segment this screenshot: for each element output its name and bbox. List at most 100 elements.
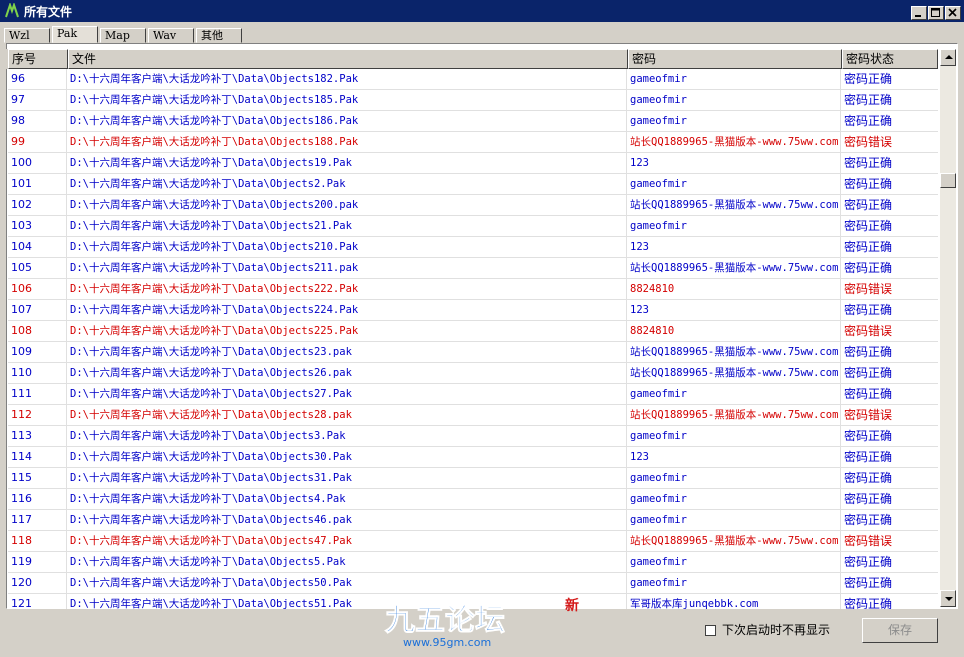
row-password: 123 xyxy=(630,304,649,316)
title-bar: 所有文件 xyxy=(0,0,964,22)
row-password-status: 密码正确 xyxy=(844,345,893,359)
tab-pak[interactable]: Pak xyxy=(52,26,98,43)
table-row[interactable]: 120 D:\十六周年客户端\大话龙吟补丁\Data\Objects50.Pak g… xyxy=(8,573,938,594)
table-row[interactable]: 101 D:\十六周年客户端\大话龙吟补丁\Data\Objects2.Pak ga… xyxy=(8,174,938,195)
row-password-status: 密码正确 xyxy=(844,387,893,401)
row-password: 站长QQ1889965-黑猫版本-www.75ww.com xyxy=(630,346,839,358)
table-row[interactable]: 109 D:\十六周年客户端\大话龙吟补丁\Data\Objects23.pak 站… xyxy=(8,342,938,363)
row-password: gameofmir xyxy=(630,493,687,505)
table-row[interactable]: 114 D:\十六周年客户端\大话龙吟补丁\Data\Objects30.Pak 1… xyxy=(8,447,938,468)
table-row[interactable]: 97 D:\十六周年客户端\大话龙吟补丁\Data\Objects185.Pak g… xyxy=(8,90,938,111)
row-file-path: D:\十六周年客户端\大话龙吟补丁\Data\Objects186.Pak xyxy=(70,115,359,127)
table-row[interactable]: 110 D:\十六周年客户端\大话龙吟补丁\Data\Objects26.pak 站… xyxy=(8,363,938,384)
column-header-password-status[interactable]: 密码状态 xyxy=(842,49,938,69)
row-password-status: 密码正确 xyxy=(844,471,893,485)
scroll-down-button[interactable] xyxy=(940,590,956,607)
file-list[interactable]: 96 D:\十六周年客户端\大话龙吟补丁\Data\Objects182.Pak g… xyxy=(8,69,938,609)
column-separator xyxy=(626,321,627,341)
column-separator xyxy=(626,531,627,551)
column-separator xyxy=(840,594,841,609)
table-row[interactable]: 107 D:\十六周年客户端\大话龙吟补丁\Data\Objects224.Pak… xyxy=(8,300,938,321)
table-row[interactable]: 106 D:\十六周年客户端\大话龙吟补丁\Data\Objects222.Pak… xyxy=(8,279,938,300)
row-file-path: D:\十六周年客户端\大话龙吟补丁\Data\Objects3.Pak xyxy=(70,430,346,442)
row-password: gameofmir xyxy=(630,514,687,526)
row-password-status: 密码正确 xyxy=(844,240,893,254)
column-separator xyxy=(840,111,841,131)
table-row[interactable]: 118 D:\十六周年客户端\大话龙吟补丁\Data\Objects47.Pak 站… xyxy=(8,531,938,552)
column-separator xyxy=(840,153,841,173)
row-file-path: D:\十六周年客户端\大话龙吟补丁\Data\Objects4.Pak xyxy=(70,493,346,505)
scroll-thumb[interactable] xyxy=(940,173,956,188)
row-index: 118 xyxy=(11,534,32,547)
column-separator xyxy=(626,447,627,467)
row-index: 100 xyxy=(11,156,32,169)
arrow-down-icon xyxy=(945,597,953,601)
scroll-up-button[interactable] xyxy=(940,49,956,66)
row-file-path: D:\十六周年客户端\大话龙吟补丁\Data\Objects19.Pak xyxy=(70,157,352,169)
table-row[interactable]: 98 D:\十六周年客户端\大话龙吟补丁\Data\Objects186.Pak g… xyxy=(8,111,938,132)
column-separator xyxy=(626,489,627,509)
row-file-path: D:\十六周年客户端\大话龙吟补丁\Data\Objects200.pak xyxy=(70,199,359,211)
row-file-path: D:\十六周年客户端\大话龙吟补丁\Data\Objects224.Pak xyxy=(70,304,359,316)
minimize-button[interactable] xyxy=(911,6,927,20)
save-button[interactable]: 保存 xyxy=(862,618,938,643)
dont-show-again-checkbox[interactable] xyxy=(705,625,716,636)
column-separator xyxy=(66,69,67,89)
column-header-password[interactable]: 密码 xyxy=(628,49,842,69)
row-password-status: 密码错误 xyxy=(844,534,893,548)
tab-map[interactable]: Map xyxy=(100,28,146,43)
table-row[interactable]: 100 D:\十六周年客户端\大话龙吟补丁\Data\Objects19.Pak 1… xyxy=(8,153,938,174)
table-row[interactable]: 111 D:\十六周年客户端\大话龙吟补丁\Data\Objects27.Pak g… xyxy=(8,384,938,405)
row-password: 站长QQ1889965-黑猫版本-www.75ww.com xyxy=(630,262,839,274)
column-separator xyxy=(626,573,627,593)
row-password: gameofmir xyxy=(630,556,687,568)
maximize-button[interactable] xyxy=(928,6,944,20)
row-index: 115 xyxy=(11,471,32,484)
row-file-path: D:\十六周年客户端\大话龙吟补丁\Data\Objects26.pak xyxy=(70,367,352,379)
column-separator xyxy=(840,237,841,257)
row-index: 97 xyxy=(11,93,25,106)
row-file-path: D:\十六周年客户端\大话龙吟补丁\Data\Objects50.Pak xyxy=(70,577,352,589)
table-row[interactable]: 105 D:\十六周年客户端\大话龙吟补丁\Data\Objects211.pak… xyxy=(8,258,938,279)
row-password-status: 密码错误 xyxy=(844,408,893,422)
row-index: 96 xyxy=(11,72,25,85)
row-file-path: D:\十六周年客户端\大话龙吟补丁\Data\Objects30.Pak xyxy=(70,451,352,463)
row-index: 120 xyxy=(11,576,32,589)
table-row[interactable]: 117 D:\十六周年客户端\大话龙吟补丁\Data\Objects46.pak g… xyxy=(8,510,938,531)
table-row[interactable]: 115 D:\十六周年客户端\大话龙吟补丁\Data\Objects31.Pak g… xyxy=(8,468,938,489)
dont-show-again-label[interactable]: 下次启动时不再显示 xyxy=(722,621,830,638)
table-row[interactable]: 99 D:\十六周年客户端\大话龙吟补丁\Data\Objects188.Pak 站… xyxy=(8,132,938,153)
column-separator xyxy=(66,384,67,404)
row-index: 99 xyxy=(11,135,25,148)
column-separator xyxy=(840,321,841,341)
column-separator xyxy=(626,237,627,257)
column-separator xyxy=(626,216,627,236)
table-row[interactable]: 102 D:\十六周年客户端\大话龙吟补丁\Data\Objects200.pak… xyxy=(8,195,938,216)
tab-wav[interactable]: Wav xyxy=(148,28,194,43)
row-index: 109 xyxy=(11,345,32,358)
logo-url: www.95gm.com xyxy=(403,636,491,649)
row-index: 110 xyxy=(11,366,32,379)
table-row[interactable]: 116 D:\十六周年客户端\大话龙吟补丁\Data\Objects4.Pak ga… xyxy=(8,489,938,510)
table-row[interactable]: 112 D:\十六周年客户端\大话龙吟补丁\Data\Objects28.pak 站… xyxy=(8,405,938,426)
table-row[interactable]: 104 D:\十六周年客户端\大话龙吟补丁\Data\Objects210.Pak… xyxy=(8,237,938,258)
row-password: gameofmir xyxy=(630,220,687,232)
row-password-status: 密码正确 xyxy=(844,492,893,506)
close-button[interactable] xyxy=(945,6,961,20)
table-row[interactable]: 108 D:\十六周年客户端\大话龙吟补丁\Data\Objects225.Pak… xyxy=(8,321,938,342)
tab-wzl[interactable]: Wzl xyxy=(4,28,50,43)
vertical-scrollbar[interactable] xyxy=(940,49,956,607)
row-file-path: D:\十六周年客户端\大话龙吟补丁\Data\Objects21.Pak xyxy=(70,220,352,232)
table-row[interactable]: 113 D:\十六周年客户端\大话龙吟补丁\Data\Objects3.Pak ga… xyxy=(8,426,938,447)
column-header-index[interactable]: 序号 xyxy=(8,49,68,69)
column-separator xyxy=(66,468,67,488)
table-row[interactable]: 103 D:\十六周年客户端\大话龙吟补丁\Data\Objects21.Pak g… xyxy=(8,216,938,237)
row-password: 站长QQ1889965-黑猫版本-www.75ww.com xyxy=(630,409,839,421)
column-separator xyxy=(840,342,841,362)
column-separator xyxy=(66,153,67,173)
row-file-path: D:\十六周年客户端\大话龙吟补丁\Data\Objects28.pak xyxy=(70,409,352,421)
column-header-file[interactable]: 文件 xyxy=(68,49,628,69)
table-row[interactable]: 96 D:\十六周年客户端\大话龙吟补丁\Data\Objects182.Pak g… xyxy=(8,69,938,90)
tab-other[interactable]: 其他 xyxy=(196,28,242,43)
table-row[interactable]: 119 D:\十六周年客户端\大话龙吟补丁\Data\Objects5.Pak ga… xyxy=(8,552,938,573)
